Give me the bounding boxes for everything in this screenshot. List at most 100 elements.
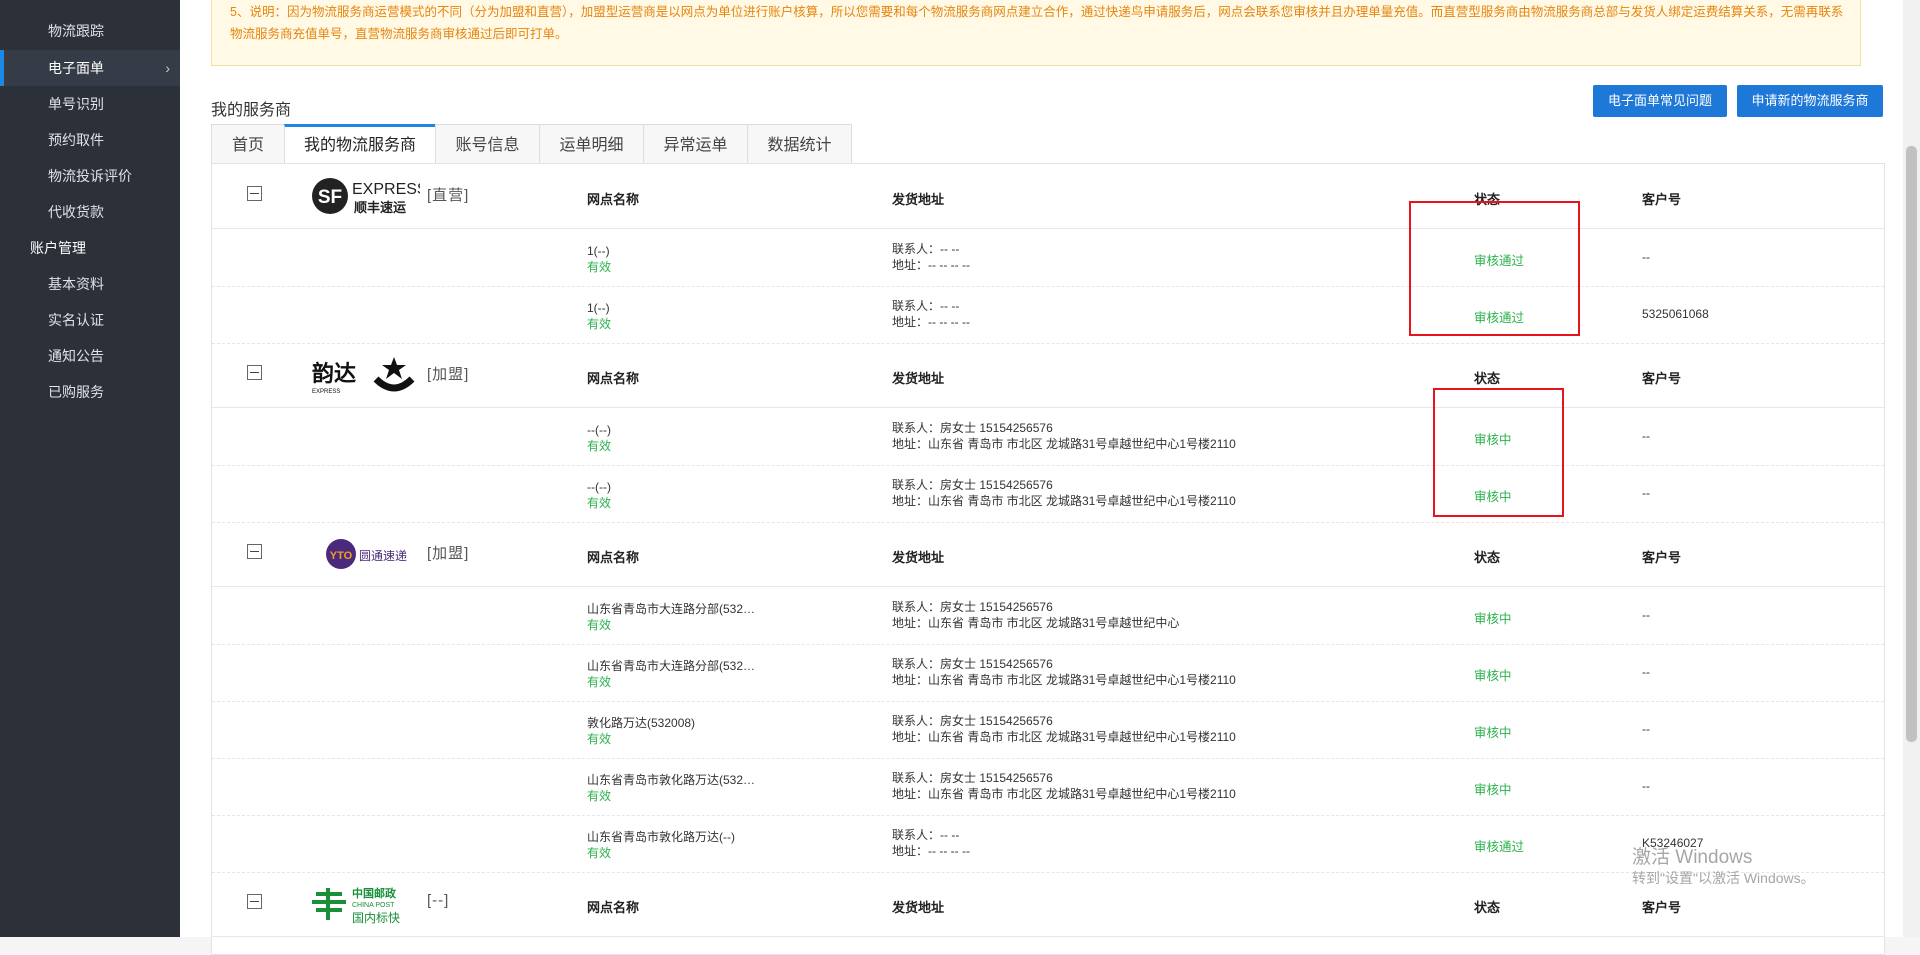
faq-button[interactable]: 电子面单常见问题: [1593, 85, 1727, 117]
valid-status: 有效: [587, 732, 612, 746]
collapse-toggle[interactable]: [247, 894, 262, 909]
shipping-address: 联系人：房女士 15154256576 地址：山东省 青岛市 市北区 龙城路31号…: [892, 600, 1180, 630]
sidebar-item-label: 物流跟踪: [48, 23, 104, 39]
branch-name: 山东省青岛市敦化路万达(532… 有效: [587, 773, 756, 803]
page-title: 我的服务商: [211, 102, 292, 119]
carrier-type-tag: [加盟]: [427, 366, 470, 383]
notice-text: 5、说明：因为物流服务商运营模式的不同（分为加盟和直营），加盟型运营商是以网点为…: [230, 5, 1844, 41]
customer-number: --: [1642, 722, 1650, 736]
sf-logo-text: EXPRESS: [352, 181, 420, 198]
shipping-address: 联系人：-- -- 地址：-- -- -- --: [892, 242, 970, 272]
sidebar-item-profile[interactable]: 基本资料: [0, 266, 180, 302]
tab-waybill-detail[interactable]: 运单明细: [539, 124, 644, 164]
table-row: 山东省青岛市大连路分部(532… 有效 联系人：房女士 15154256576 地址…: [212, 587, 1884, 645]
customer-number: --: [1642, 250, 1650, 264]
sidebar: 物流跟踪 电子面单 › 单号识别 预约取件 物流投诉评价 代收货款 账户管理 基本…: [0, 0, 180, 937]
sidebar-item-notices[interactable]: 通知公告: [0, 338, 180, 374]
sidebar-item-label: 代收货款: [48, 204, 104, 220]
col-header-address: 发货地址: [892, 192, 945, 207]
collapse-toggle[interactable]: [247, 186, 262, 201]
tab-exception-waybill[interactable]: 异常运单: [643, 124, 748, 164]
col-header-name: 网点名称: [587, 900, 640, 915]
shipping-address: 联系人：-- -- 地址：-- -- -- --: [892, 828, 970, 858]
col-header-customer: 客户号: [1642, 900, 1682, 915]
audit-status: 审核中: [1474, 612, 1512, 626]
branch-name: --(--) 有效: [587, 480, 612, 510]
sidebar-item-verification[interactable]: 实名认证: [0, 302, 180, 338]
col-header-name: 网点名称: [587, 371, 640, 386]
tab-account-info[interactable]: 账号信息: [435, 124, 540, 164]
col-header-customer: 客户号: [1642, 192, 1682, 207]
branch-name: 山东省青岛市大连路分部(532… 有效: [587, 602, 756, 632]
sidebar-item-cod[interactable]: 代收货款: [0, 194, 180, 230]
sidebar-item-tracking[interactable]: 物流跟踪: [0, 13, 180, 49]
vertical-scrollbar[interactable]: [1903, 0, 1920, 937]
customer-number: --: [1642, 779, 1650, 793]
branch-name: 山东省青岛市敦化路万达(--) 有效: [587, 830, 735, 860]
customer-number: 5325061068: [1642, 307, 1709, 321]
windows-activation-watermark: 激活 Windows: [1632, 847, 1753, 868]
sidebar-item-label: 通知公告: [48, 348, 104, 364]
table-row: 1(--) 有效 联系人：-- -- 地址：-- -- -- -- 审核通过 --: [212, 229, 1884, 287]
sidebar-item-complaint[interactable]: 物流投诉评价: [0, 158, 180, 194]
tab-home[interactable]: 首页: [211, 124, 285, 164]
table-row: 山东省青岛市敦化路万达(532… 有效 联系人：房女士 15154256576 地址…: [212, 758, 1884, 816]
table-row: 山东省青岛市大连路分部(532… 有效 联系人：房女士 15154256576 地址…: [212, 644, 1884, 702]
shipping-address: 联系人：房女士 15154256576 地址：山东省 青岛市 市北区 龙城路31号…: [892, 657, 1236, 687]
yunda-logo-text: 韵达: [312, 361, 356, 387]
valid-status: 有效: [587, 439, 612, 453]
shipping-address: 联系人：-- -- 地址：-- -- -- --: [892, 299, 970, 329]
valid-status: 有效: [587, 618, 612, 632]
col-header-address: 发货地址: [892, 550, 945, 565]
carrier-table: SF EXPRESS 顺丰速运 [直营] 网点名称 发货地址 状态 客户号 1(…: [211, 163, 1885, 955]
carrier-header-sf: SF EXPRESS 顺丰速运 [直营] 网点名称 发货地址 状态 客户号: [212, 164, 1884, 229]
customer-number: --: [1642, 608, 1650, 622]
sidebar-item-label: 已购服务: [48, 384, 104, 400]
apply-carrier-button[interactable]: 申请新的物流服务商: [1737, 85, 1883, 117]
sidebar-item-label: 电子面单: [48, 60, 104, 76]
yto-logo-text: 圆通速递: [359, 549, 407, 563]
tab-statistics[interactable]: 数据统计: [747, 124, 852, 164]
china-post-logo-sub2: 国内标快: [352, 911, 400, 925]
sidebar-item-purchased[interactable]: 已购服务: [0, 374, 180, 410]
col-header-address: 发货地址: [892, 900, 945, 915]
table-row: 1(--) 有效 联系人：-- -- 地址：-- -- -- -- 审核通过 532…: [212, 286, 1884, 344]
branch-name: 1(--) 有效: [587, 301, 612, 331]
china-post-logo-text: 中国邮政: [352, 886, 397, 900]
valid-status: 有效: [587, 846, 612, 860]
scrollbar-thumb[interactable]: [1906, 146, 1917, 742]
collapse-toggle[interactable]: [247, 544, 262, 559]
audit-status: 审核中: [1474, 669, 1512, 683]
col-header-customer: 客户号: [1642, 371, 1682, 386]
valid-status: 有效: [587, 675, 612, 689]
shipping-address: 联系人：房女士 15154256576 地址：山东省 青岛市 市北区 龙城路31号…: [892, 771, 1236, 801]
collapse-toggle[interactable]: [247, 365, 262, 380]
highlight-box: [1409, 201, 1580, 336]
branch-name: 1(--) 有效: [587, 244, 612, 274]
china-post-logo-sub: CHINA POST: [352, 902, 395, 909]
sf-logo-sub: 顺丰速运: [354, 200, 406, 216]
sidebar-item-label: 实名认证: [48, 312, 104, 328]
table-row: --(--) 有效 联系人：房女士 15154256576 地址：山东省 青岛市 市…: [212, 408, 1884, 466]
sf-logo-letters: SF: [318, 187, 342, 208]
sidebar-item-e-waybill[interactable]: 电子面单 ›: [0, 50, 180, 86]
sidebar-item-label: 基本资料: [48, 276, 104, 292]
col-header-status: 状态: [1474, 371, 1501, 386]
chevron-right-icon: ›: [165, 60, 170, 76]
shipping-address: 联系人：房女士 15154256576 地址：山东省 青岛市 市北区 龙城路31号…: [892, 714, 1236, 744]
tab-my-carriers[interactable]: 我的物流服务商: [284, 124, 436, 165]
table-row: 敦化路万达(532008) 有效 联系人：房女士 15154256576 地址：山东…: [212, 701, 1884, 759]
china-post-logo: 中国邮政 CHINA POST 国内标快: [310, 880, 420, 928]
shipping-address: 联系人：房女士 15154256576 地址：山东省 青岛市 市北区 龙城路31号…: [892, 478, 1236, 508]
highlight-box: [1433, 388, 1564, 517]
col-header-status: 状态: [1474, 900, 1501, 915]
sidebar-item-pickup[interactable]: 预约取件: [0, 122, 180, 158]
yunda-logo: 韵达 EXPRESS: [310, 353, 425, 399]
valid-status: 有效: [587, 260, 612, 274]
carrier-header-yto: YTO 圆通速递 [加盟] 网点名称 发货地址 状态 客户号: [212, 522, 1884, 587]
col-header-status: 状态: [1474, 550, 1501, 565]
sidebar-item-number-recognition[interactable]: 单号识别: [0, 86, 180, 122]
audit-status: 审核中: [1474, 783, 1512, 797]
sidebar-item-label: 单号识别: [48, 96, 104, 112]
col-header-name: 网点名称: [587, 192, 640, 207]
